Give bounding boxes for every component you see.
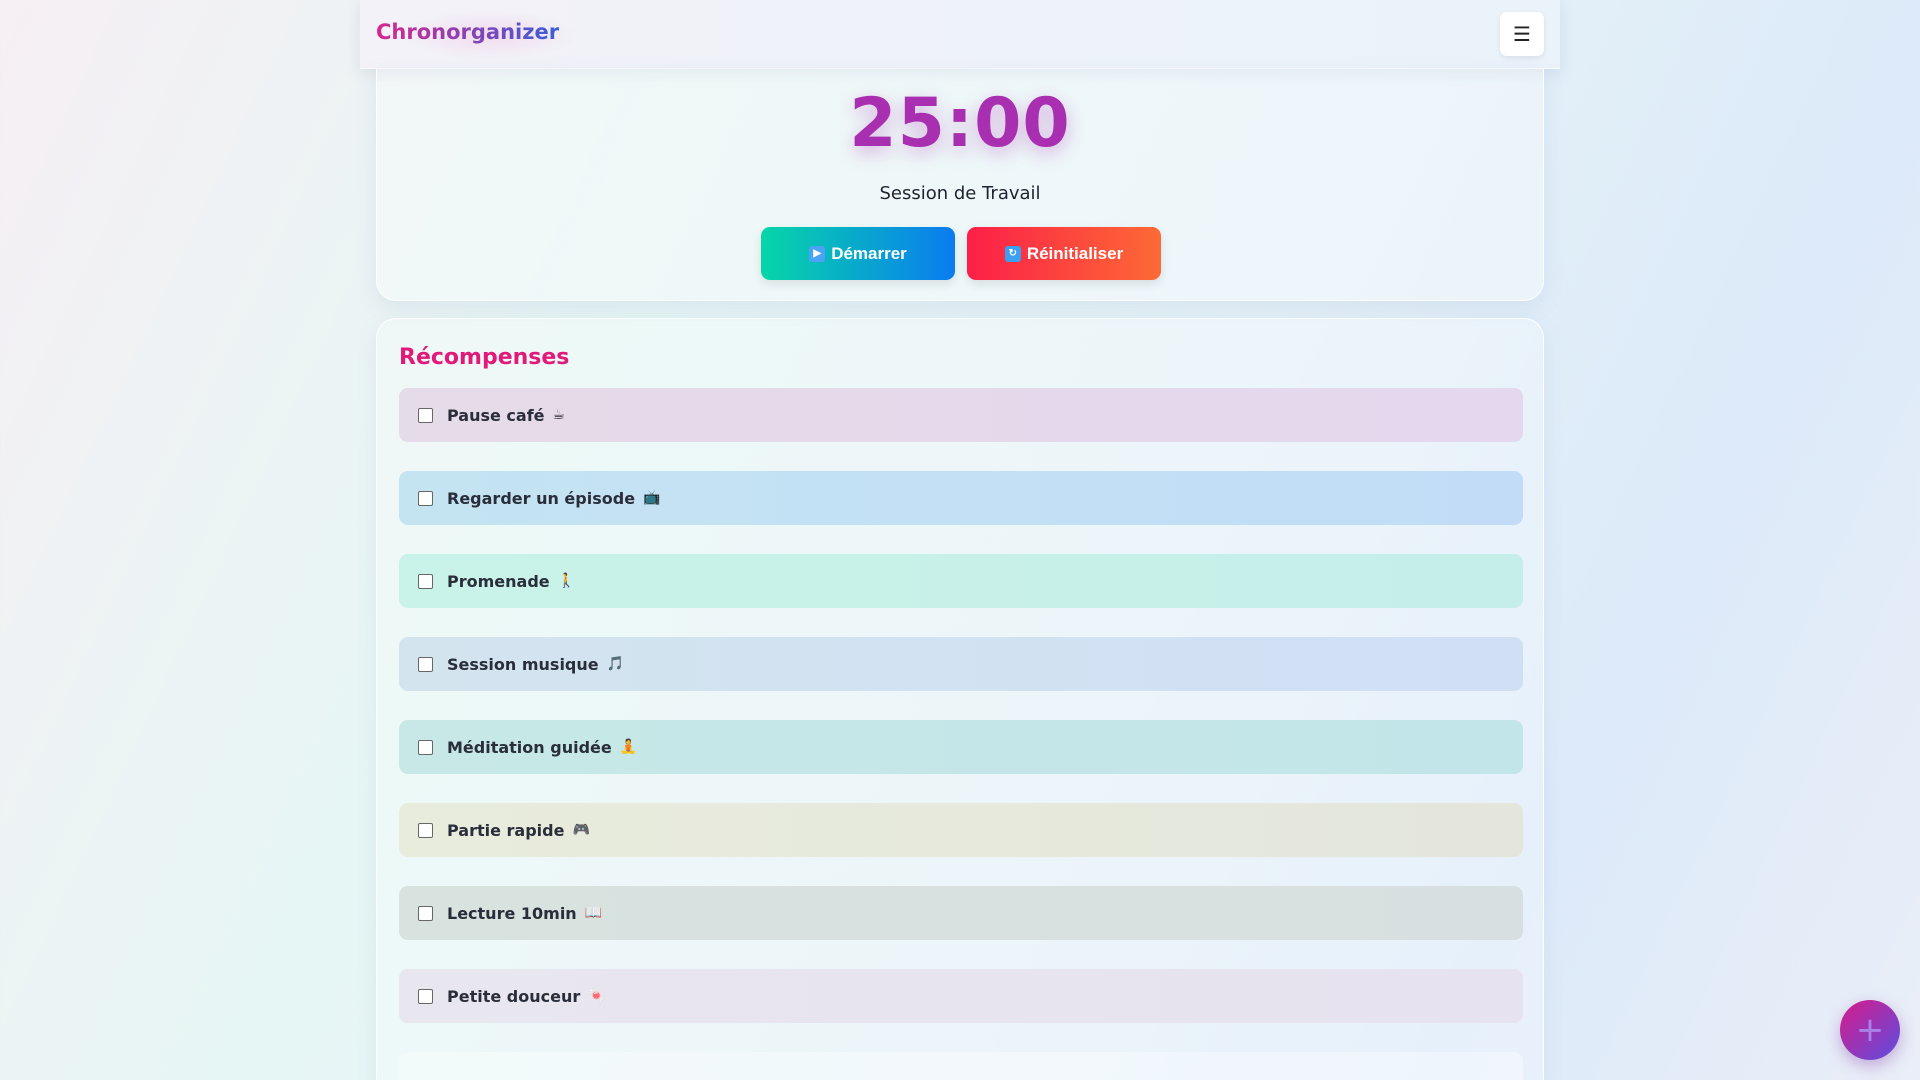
- reward-label: Partie rapide: [447, 820, 565, 840]
- reward-item-musique[interactable]: Session musique 🎵: [399, 637, 1523, 691]
- reward-checkbox[interactable]: [418, 905, 433, 921]
- meditation-icon: 🧘: [619, 739, 638, 755]
- reward-label: Petite douceur: [447, 986, 581, 1006]
- reward-label: Session musique: [447, 654, 599, 674]
- reward-checkbox[interactable]: [418, 656, 433, 672]
- book-icon: 📖: [584, 905, 603, 921]
- reward-item-partial: [399, 1052, 1523, 1080]
- reward-item-douceur[interactable]: Petite douceur 🍬: [399, 969, 1523, 1023]
- walking-icon: 🚶: [557, 573, 576, 589]
- menu-button[interactable]: ☰: [1500, 12, 1544, 56]
- add-reward-button[interactable]: +: [1840, 1000, 1900, 1060]
- start-button[interactable]: ▶ Démarrer: [761, 227, 955, 280]
- session-label: Session de Travail: [879, 183, 1041, 204]
- reward-item-lecture[interactable]: Lecture 10min 📖: [399, 886, 1523, 940]
- reward-checkbox[interactable]: [418, 988, 433, 1004]
- candy-icon: 🍬: [588, 988, 606, 1004]
- reward-item-partie-rapide[interactable]: Partie rapide 🎮: [399, 803, 1523, 857]
- reset-button[interactable]: ↻ Réinitialiser: [967, 227, 1161, 280]
- reward-label: Promenade: [447, 571, 550, 591]
- rewards-title: Récompenses: [399, 345, 570, 370]
- reward-label: Regarder un épisode: [447, 488, 636, 508]
- tv-icon: 📺: [643, 490, 661, 506]
- music-note-icon: 🎵: [606, 656, 625, 672]
- plus-icon: +: [1855, 1010, 1885, 1050]
- play-icon: ▶: [809, 245, 826, 262]
- reward-label: Pause café: [447, 405, 545, 425]
- app-header: Chronorganizer ☰: [360, 0, 1560, 69]
- reward-label: Méditation guidée: [447, 737, 612, 757]
- reward-checkbox[interactable]: [418, 490, 433, 506]
- reset-button-label: Réinitialiser: [1026, 243, 1124, 263]
- reward-checkbox[interactable]: [418, 822, 433, 838]
- start-button-label: Démarrer: [831, 243, 907, 263]
- refresh-icon: ↻: [1004, 245, 1021, 262]
- gamepad-icon: 🎮: [572, 822, 590, 838]
- reward-item-promenade[interactable]: Promenade 🚶: [399, 554, 1523, 608]
- reward-checkbox[interactable]: [418, 407, 433, 423]
- reward-item-episode[interactable]: Regarder un épisode 📺: [399, 471, 1523, 525]
- reward-item-meditation[interactable]: Méditation guidée 🧘: [399, 720, 1523, 774]
- hamburger-menu-icon: ☰: [1513, 22, 1531, 46]
- coffee-icon: ☕: [552, 407, 566, 423]
- reward-checkbox[interactable]: [418, 739, 433, 755]
- timer-display: 25:00: [849, 84, 1071, 163]
- rewards-card: Récompenses Pause café ☕ Regarder un épi…: [376, 318, 1544, 1080]
- brand-logo-text[interactable]: Chronorganizer: [376, 20, 559, 44]
- reward-checkbox[interactable]: [418, 573, 433, 589]
- reward-label: Lecture 10min: [447, 903, 577, 923]
- reward-item-pause-cafe[interactable]: Pause café ☕: [399, 388, 1523, 442]
- timer-card: 25:00 Session de Travail ▶ Démarrer ↻ Ré…: [376, 69, 1544, 301]
